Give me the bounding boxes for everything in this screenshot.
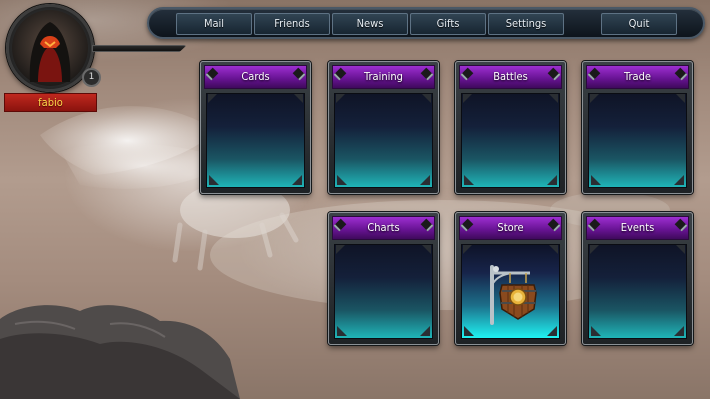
player-avatar[interactable] bbox=[6, 4, 94, 92]
battles-tile[interactable]: Battles bbox=[455, 61, 566, 194]
rock-outcrop bbox=[0, 305, 240, 399]
level-badge: 1 bbox=[82, 68, 101, 87]
experience-bar bbox=[92, 45, 187, 52]
settings-button[interactable]: Settings bbox=[488, 13, 564, 35]
events-tile[interactable]: Events bbox=[582, 212, 693, 345]
news-button[interactable]: News bbox=[332, 13, 408, 35]
trade-tile-panel bbox=[588, 93, 687, 188]
charts-tile-title: Charts bbox=[332, 216, 435, 240]
cards-tile[interactable]: Cards bbox=[200, 61, 311, 194]
training-tile[interactable]: Training bbox=[328, 61, 439, 194]
battles-tile-panel bbox=[461, 93, 560, 188]
trade-tile-title: Trade bbox=[586, 65, 689, 89]
quit-button[interactable]: Quit bbox=[601, 13, 677, 35]
store-sign-icon bbox=[490, 265, 537, 325]
charts-tile[interactable]: Charts bbox=[328, 212, 439, 345]
charts-tile-panel bbox=[334, 244, 433, 339]
top-menu-bar: Mail Friends News Gifts Settings Quit bbox=[147, 7, 705, 39]
training-tile-panel bbox=[334, 93, 433, 188]
friends-button[interactable]: Friends bbox=[254, 13, 330, 35]
store-tile[interactable]: Store bbox=[455, 212, 566, 345]
trade-tile[interactable]: Trade bbox=[582, 61, 693, 194]
cards-tile-panel bbox=[206, 93, 305, 188]
mail-button[interactable]: Mail bbox=[176, 13, 252, 35]
player-name-plate[interactable]: fabio bbox=[4, 93, 97, 112]
events-tile-panel bbox=[588, 244, 687, 339]
events-tile-title: Events bbox=[586, 216, 689, 240]
gifts-button[interactable]: Gifts bbox=[410, 13, 486, 35]
cards-tile-title: Cards bbox=[204, 65, 307, 89]
training-tile-title: Training bbox=[332, 65, 435, 89]
hooded-figure-icon bbox=[12, 10, 88, 86]
battles-tile-title: Battles bbox=[459, 65, 562, 89]
store-tile-title: Store bbox=[459, 216, 562, 240]
store-tile-panel bbox=[461, 244, 560, 339]
